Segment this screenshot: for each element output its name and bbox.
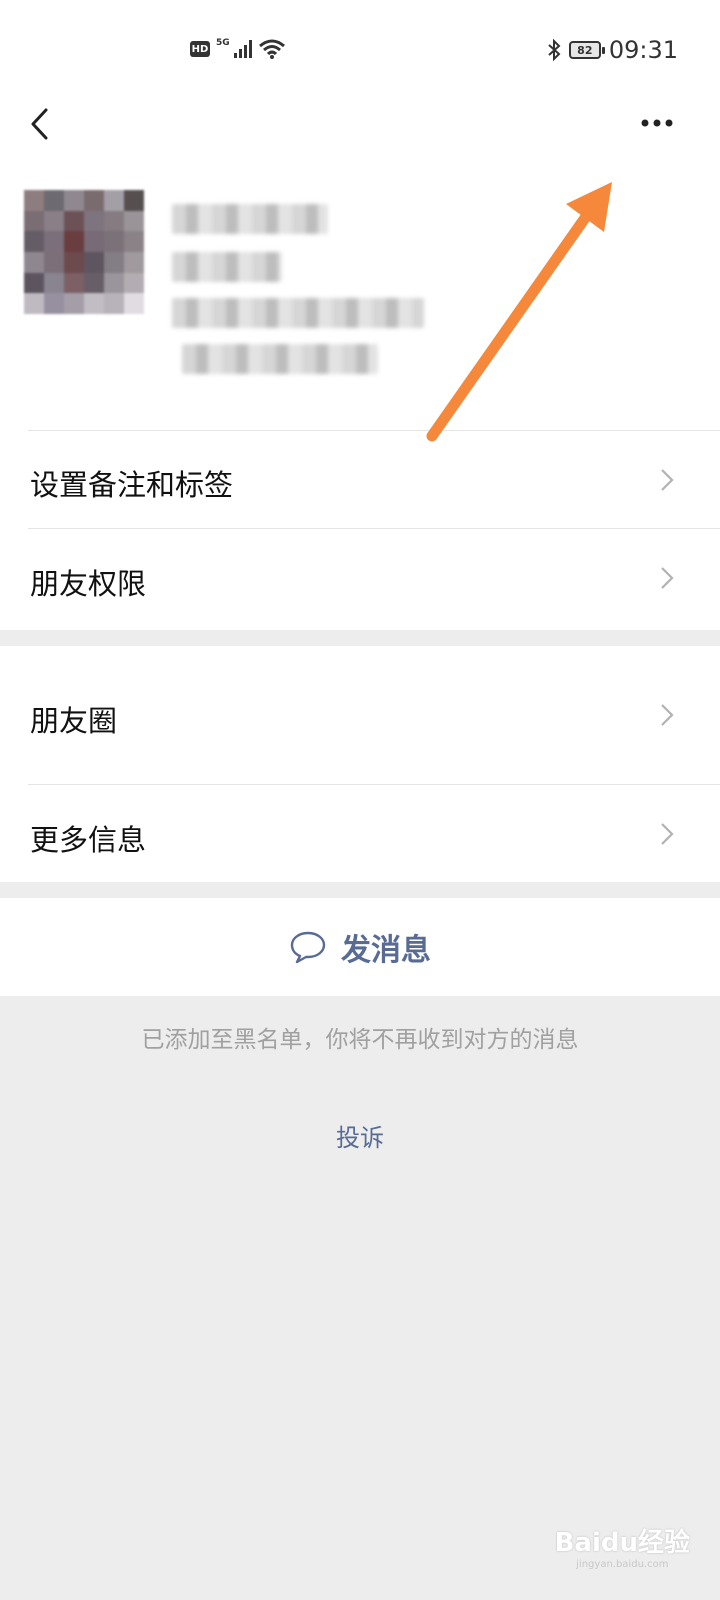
bluetooth-icon bbox=[548, 38, 561, 62]
chevron-right-icon bbox=[661, 704, 674, 726]
divider bbox=[28, 430, 720, 431]
menu-item-friend-permissions[interactable]: 朋友权限 bbox=[0, 529, 720, 627]
menu-item-more-info[interactable]: 更多信息 bbox=[0, 785, 720, 882]
wifi-icon bbox=[258, 39, 285, 59]
menu-section-2: 朋友圈 更多信息 bbox=[0, 646, 720, 882]
watermark-brand: Baidu经验 bbox=[554, 1528, 690, 1558]
signal-icon bbox=[233, 40, 252, 58]
send-message-label: 发消息 bbox=[341, 933, 431, 968]
send-message-button[interactable]: 发消息 bbox=[0, 898, 720, 996]
baidu-jingyan-watermark: Baidu经验 jingyan.baidu.com bbox=[555, 1522, 690, 1570]
network-indicators: HD 5G bbox=[190, 38, 286, 60]
clock: 09:31 bbox=[608, 36, 678, 64]
menu-item-label: 朋友权限 bbox=[30, 567, 147, 601]
remark-redacted bbox=[172, 252, 282, 282]
region-redacted bbox=[182, 344, 378, 374]
watermark-url: jingyan.baidu.com bbox=[576, 1559, 669, 1570]
battery-level: 82 bbox=[577, 43, 593, 57]
nickname-redacted bbox=[172, 204, 328, 234]
menu-item-moments[interactable]: 朋友圈 bbox=[0, 646, 720, 784]
wechat-id-redacted bbox=[172, 298, 424, 328]
menu-item-label: 设置备注和标签 bbox=[30, 468, 234, 502]
chevron-right-icon bbox=[661, 567, 674, 589]
avatar[interactable] bbox=[24, 190, 144, 314]
menu-item-label: 朋友圈 bbox=[30, 704, 118, 738]
menu-item-remark-tags[interactable]: 设置备注和标签 bbox=[0, 432, 720, 528]
complain-link[interactable]: 投诉 bbox=[0, 1118, 720, 1153]
hd-badge: HD bbox=[190, 41, 210, 57]
blocked-notice: 已添加至黑名单，你将不再收到对方的消息 bbox=[141, 1027, 579, 1053]
more-dots-icon[interactable] bbox=[634, 108, 684, 138]
chat-bubble-icon bbox=[290, 931, 326, 964]
status-bar: HD 5G 82 09:31 bbox=[0, 0, 720, 100]
menu-item-label: 更多信息 bbox=[30, 823, 147, 857]
chevron-right-icon bbox=[661, 469, 674, 491]
battery-icon: 82 bbox=[568, 41, 605, 59]
chevron-left-icon[interactable] bbox=[22, 104, 62, 144]
chevron-right-icon bbox=[661, 823, 674, 845]
system-indicators: 82 09:31 bbox=[547, 36, 678, 64]
network-type: 5G bbox=[216, 38, 230, 48]
